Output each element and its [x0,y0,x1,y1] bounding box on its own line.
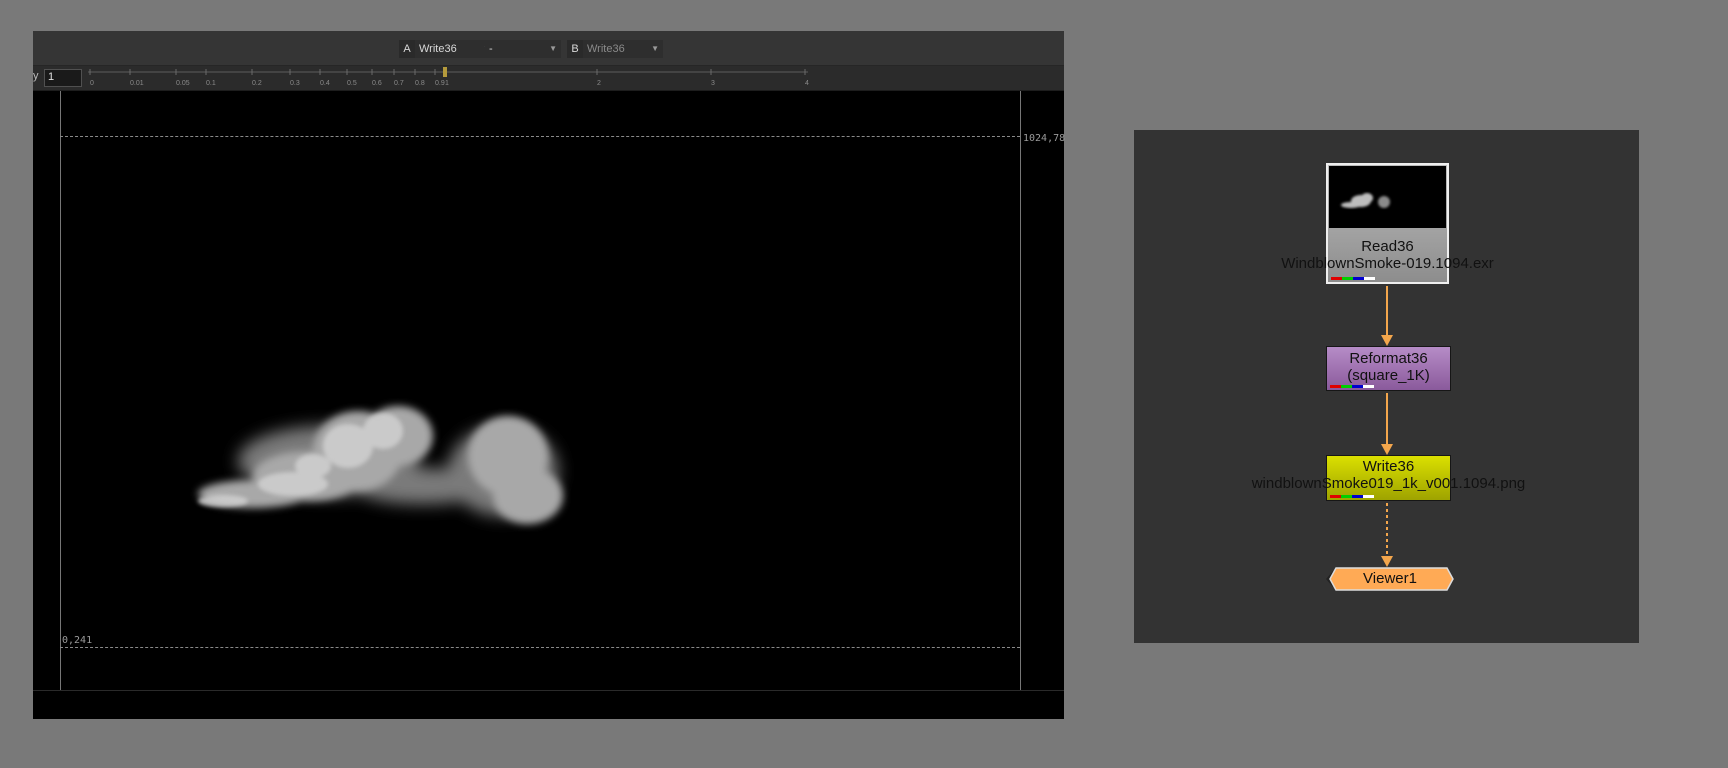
read-node[interactable]: Read36 WindblownSmoke-019.1094.exr [1281,163,1494,284]
gain-tick-label: 0.8 [415,80,425,87]
gain-tick-label: 0 [90,80,94,87]
gain-slider-handle[interactable] [443,67,447,77]
input-b-group: B Write36 ▼ [567,40,663,58]
reformat-node-name: Reformat36 [1349,350,1428,367]
viewer-toolbar: A Write36 ▼ - ▼ B Write36 ▼ [33,31,1064,66]
reformat-node[interactable]: Reformat36 (square_1K) [1326,346,1451,391]
viewer-node-name: Viewer1 [1363,570,1417,587]
gain-tick-label: 1 [445,80,449,87]
input-a-select[interactable]: Write36 ▼ [415,40,495,58]
read-thumbnail [1329,166,1446,228]
channel-indicator [1330,495,1374,498]
format-left-edge [60,91,61,691]
gain-tick-label: 0.4 [320,80,330,87]
arrow-head-icon [1381,444,1393,455]
input-b-node-label: Write36 [587,43,625,55]
input-b-letter: B [567,40,583,58]
operation-group: - ▼ [485,40,561,58]
channel-indicator [1331,277,1375,280]
image-canvas[interactable]: 1024,78 0,241 [33,91,1066,691]
write-node-name: Write36 [1362,458,1415,475]
write-node-file: windblownSmoke019_1k_v001.1094.png [1251,475,1526,492]
bbox-bottom-line [60,647,1020,648]
read-node-name: Read36 [1361,238,1414,255]
arrow-head-icon [1381,335,1393,346]
gain-tick-label: 0.6 [372,80,382,87]
channel-indicator [1330,385,1374,388]
gain-slider[interactable]: 0 0.01 0.05 0.1 0.2 0.3 0.4 0.5 0.6 0.7 0.8 0.9 1 2 3 4 [88,66,918,90]
gain-tick-label: 0.7 [394,80,404,87]
gain-input[interactable]: 1 [44,69,82,87]
write-node[interactable]: Write36 windblownSmoke019_1k_v001.1094.p… [1252,455,1525,501]
gain-tick-label: 0.01 [130,80,144,87]
smoke-image [198,406,563,524]
input-a-group: A Write36 ▼ [399,40,495,58]
gain-tick-label: 0.3 [290,80,300,87]
operation-label: - [489,43,493,55]
read-node-file: WindblownSmoke-019.1094.exr [1281,255,1494,272]
input-b-select[interactable]: Write36 ▼ [583,40,663,58]
format-right-edge [1020,91,1021,691]
gain-tick-label: 0.5 [347,80,357,87]
chevron-down-icon: ▼ [651,44,659,53]
gain-strip: y 1 0 0.01 0.05 0.1 0.2 0.3 0.4 0.5 0.6 0.7 0.8 0.9… [33,66,1064,91]
gain-tick-label: 0.2 [252,80,262,87]
gain-label: y [33,70,39,82]
viewer-panel: A Write36 ▼ - ▼ B Write36 ▼ y 1 0 0.01 0.0… [33,31,1066,719]
gain-tick-label: 0.1 [206,80,216,87]
write-node-text: Write36 windblownSmoke019_1k_v001.1094.p… [1207,458,1570,492]
node-graph-panel[interactable]: Read36 WindblownSmoke-019.1094.exr Refor… [1134,130,1639,643]
input-a-node-label: Write36 [419,43,457,55]
gain-tick-label: 0.05 [176,80,190,87]
gain-tick-label: 4 [805,80,809,87]
gain-tick-label: 3 [711,80,715,87]
gain-tick-label: 0.9 [435,80,445,87]
smoke-thumbnail-icon [1341,193,1390,208]
arrow-head-icon [1381,556,1393,567]
viewer-node[interactable]: Viewer1 [1326,567,1454,591]
chevron-down-icon: ▼ [549,44,557,53]
format-top-right-coord: 1024,78 [1023,133,1066,144]
gain-tick-label: 2 [597,80,601,87]
reformat-node-format: (square_1K) [1347,367,1430,384]
operation-select[interactable]: - ▼ [485,40,561,58]
input-a-letter: A [399,40,415,58]
viewer-bottom-bar [33,690,1064,719]
format-bottom-left-coord: 0,241 [62,635,93,646]
read-node-text: Read36 WindblownSmoke-019.1094.exr [1248,238,1527,272]
bbox-top-line [60,136,1020,137]
